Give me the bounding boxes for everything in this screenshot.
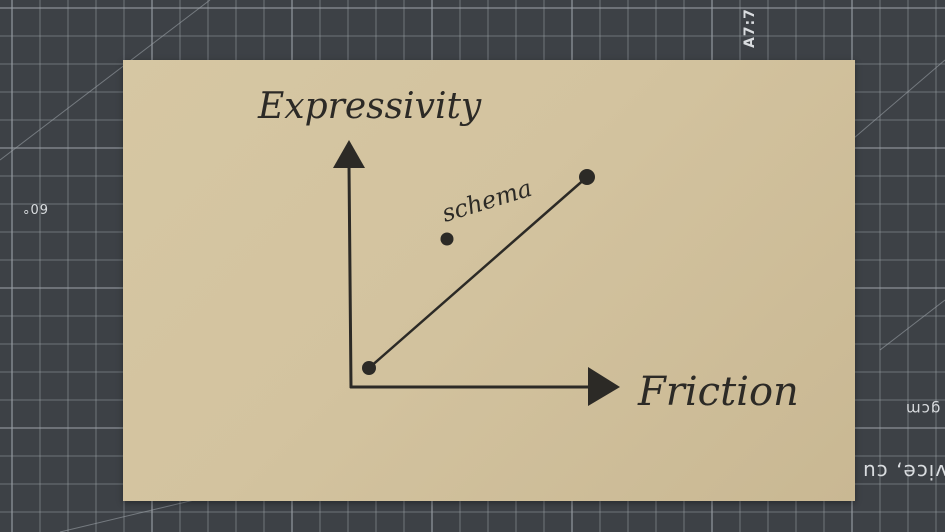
y-axis-arrowhead <box>333 140 365 168</box>
diagonal-start-dot <box>362 361 376 375</box>
y-axis-label: Expressivity <box>257 86 482 127</box>
schema-dot <box>440 232 454 246</box>
hand-drawn-sketch: schema Expressivity Friction <box>257 86 799 415</box>
schema-label: schema <box>439 174 536 228</box>
x-axis-arrowhead <box>588 367 620 406</box>
x-axis-label: Friction <box>637 369 799 415</box>
y-axis-line <box>347 163 353 389</box>
diagonal-end-dot <box>579 169 595 185</box>
